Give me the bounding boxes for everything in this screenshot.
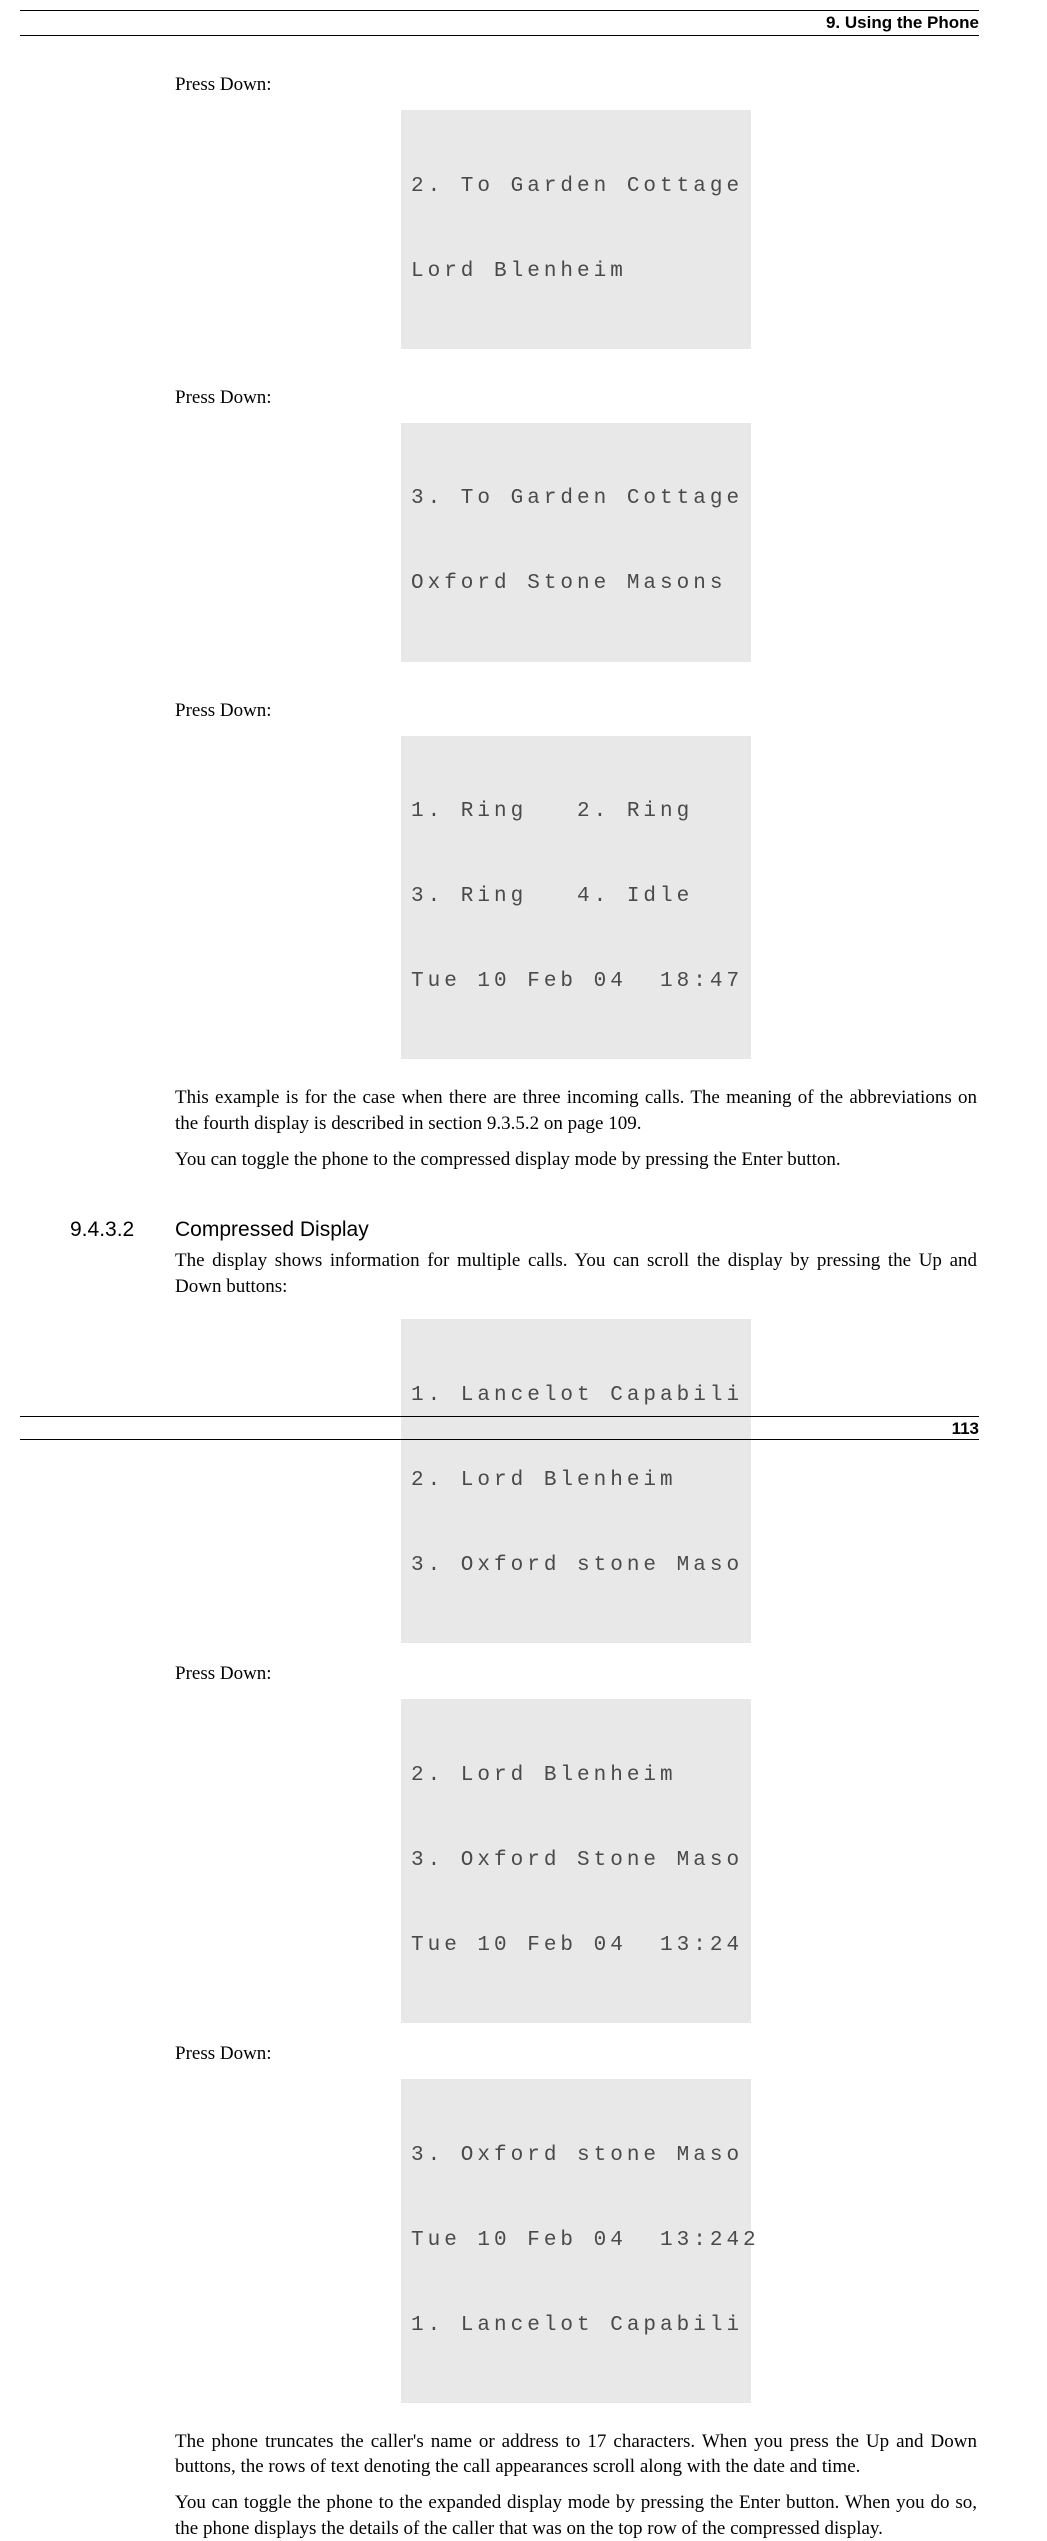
lcd-screen-5: 2. Lord Blenheim 3. Oxford Stone Maso Tu…	[401, 1699, 751, 2023]
section-number: 9.4.3.2	[70, 1218, 175, 1242]
page-number-footer: 113	[20, 1416, 979, 1440]
lcd-screen-4: 1. Lancelot Capabili 2. Lord Blenheim 3.…	[401, 1319, 751, 1643]
lcd-line: 3. To Garden Cottage	[411, 485, 741, 513]
lcd-line: Tue 10 Feb 04 18:47	[411, 968, 741, 996]
lcd-line: 1. Lancelot Capabili	[411, 2312, 741, 2340]
lcd-line: Tue 10 Feb 04 13:24	[411, 1932, 741, 1960]
press-down-label: Press Down:	[175, 74, 977, 96]
section-title: Compressed Display	[175, 1218, 369, 1242]
lcd-line: 2. Lord Blenheim	[411, 1467, 741, 1495]
lcd-screen-6: 3. Oxford stone Maso Tue 10 Feb 04 13:24…	[401, 2079, 751, 2403]
body-paragraph: You can toggle the phone to the compress…	[175, 1147, 977, 1173]
press-down-label: Press Down:	[175, 387, 977, 409]
lcd-screen-2: 3. To Garden Cottage Oxford Stone Masons	[401, 423, 751, 662]
body-paragraph: The phone truncates the caller's name or…	[175, 2429, 977, 2480]
lcd-line: Tue 10 Feb 04 13:242	[411, 2227, 741, 2255]
page: 9. Using the Phone Press Down: 2. To Gar…	[0, 10, 1047, 1480]
lcd-line: 3. Oxford stone Maso	[411, 1552, 741, 1580]
body-paragraph: You can toggle the phone to the expanded…	[175, 2490, 977, 2541]
chapter-header: 9. Using the Phone	[20, 10, 979, 36]
press-down-label: Press Down:	[175, 1663, 977, 1685]
section-heading: 9.4.3.2 Compressed Display	[70, 1218, 977, 1242]
lcd-line: Lord Blenheim	[411, 258, 741, 286]
content-area: Press Down: 2. To Garden Cottage Lord Bl…	[70, 74, 977, 2541]
press-down-label: Press Down:	[175, 2043, 977, 2065]
lcd-line: 1. Lancelot Capabili	[411, 1382, 741, 1410]
lcd-line: 3. Ring 4. Idle	[411, 883, 741, 911]
lcd-line: 2. Lord Blenheim	[411, 1762, 741, 1790]
press-down-label: Press Down:	[175, 700, 977, 722]
body-paragraph: The display shows information for multip…	[175, 1248, 977, 1299]
lcd-line: 1. Ring 2. Ring	[411, 798, 741, 826]
body-paragraph: This example is for the case when there …	[175, 1085, 977, 1136]
lcd-line: 3. Oxford Stone Maso	[411, 1847, 741, 1875]
lcd-line: 2. To Garden Cottage	[411, 173, 741, 201]
lcd-line: Oxford Stone Masons	[411, 570, 741, 598]
lcd-screen-3: 1. Ring 2. Ring 3. Ring 4. Idle Tue 10 F…	[401, 736, 751, 1060]
lcd-line: 3. Oxford stone Maso	[411, 2142, 741, 2170]
lcd-screen-1: 2. To Garden Cottage Lord Blenheim	[401, 110, 751, 349]
